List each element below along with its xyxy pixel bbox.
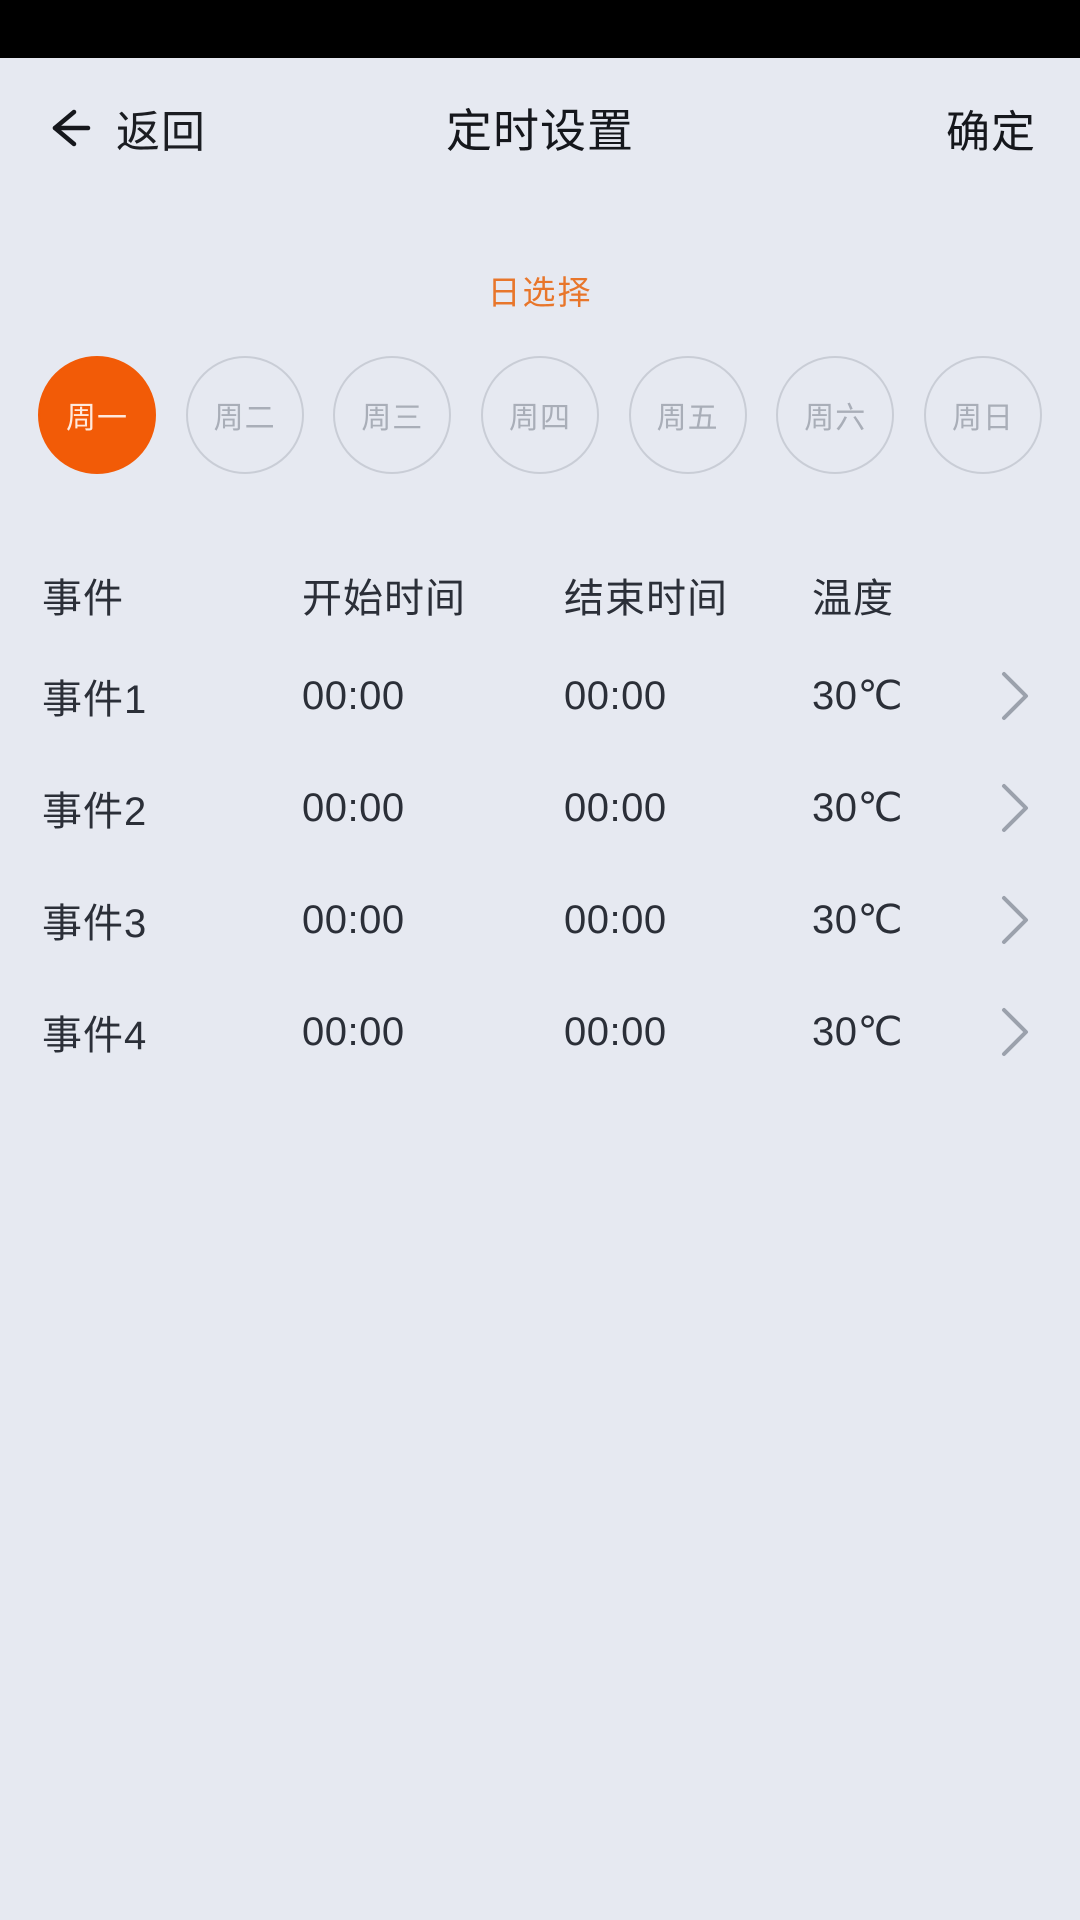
- row-end-time: 00:00: [564, 1009, 667, 1054]
- day-selector: 周一 周二 周三 周四 周五 周六 周日: [0, 356, 1080, 474]
- day-chip-label: 周日: [951, 402, 1014, 435]
- row-temperature: 30℃: [812, 674, 903, 718]
- day-chip-saturday[interactable]: 周六: [776, 356, 895, 474]
- row-start-time: 00:00: [302, 1009, 405, 1054]
- day-chip-label: 周二: [213, 402, 276, 435]
- row-event-name: 事件1: [42, 678, 148, 722]
- schedule-table: 事件 开始时间 结束时间 温度 事件1 00:00 00:00 30℃ 事件2 …: [0, 550, 1080, 1088]
- row-chevron[interactable]: [972, 892, 1042, 948]
- row-end-time: 00:00: [564, 673, 667, 718]
- chevron-right-icon: [1002, 784, 1028, 832]
- day-chip-label: 周一: [66, 402, 128, 435]
- row-chevron[interactable]: [972, 1004, 1042, 1060]
- day-chip-label: 周四: [508, 402, 571, 435]
- row-temperature: 30℃: [812, 898, 903, 942]
- arrow-left-icon: [52, 109, 91, 147]
- row-start-time: 00:00: [302, 673, 405, 718]
- table-row[interactable]: 事件1 00:00 00:00 30℃: [42, 640, 1042, 752]
- table-header-row: 事件 开始时间 结束时间 温度: [42, 550, 1042, 640]
- day-chip-friday[interactable]: 周五: [628, 356, 747, 474]
- confirm-button[interactable]: 确定: [946, 96, 1036, 160]
- column-header-event: 事件: [42, 577, 124, 621]
- column-header-start-time: 开始时间: [302, 577, 466, 621]
- app-header: 返回 定时设置 确定: [0, 58, 1080, 198]
- day-select-title: 日选择: [487, 274, 593, 311]
- row-event-name: 事件4: [42, 1014, 148, 1058]
- day-chip-tuesday[interactable]: 周二: [185, 356, 304, 474]
- row-end-time: 00:00: [564, 785, 667, 830]
- row-end-time: 00:00: [564, 897, 667, 942]
- row-temperature: 30℃: [812, 786, 903, 830]
- table-row[interactable]: 事件4 00:00 00:00 30℃: [42, 976, 1042, 1088]
- table-row[interactable]: 事件3 00:00 00:00 30℃: [42, 864, 1042, 976]
- day-chip-wednesday[interactable]: 周三: [333, 356, 452, 474]
- day-chip-label: 周五: [656, 402, 719, 435]
- chevron-right-icon: [1002, 896, 1028, 944]
- row-temperature: 30℃: [812, 1010, 903, 1054]
- day-chip-sunday[interactable]: 周日: [923, 356, 1042, 474]
- back-label: 返回: [116, 108, 206, 157]
- timer-settings-page: 返回 定时设置 确定 日选择 周一 周二 周三 周四 周五 周六 周日 事件 开…: [0, 58, 1080, 1920]
- day-chip-thursday[interactable]: 周四: [480, 356, 599, 474]
- day-chip-label: 周六: [804, 402, 867, 435]
- table-row[interactable]: 事件2 00:00 00:00 30℃: [42, 752, 1042, 864]
- day-chip-label: 周三: [361, 402, 424, 435]
- row-chevron[interactable]: [972, 668, 1042, 724]
- chevron-right-icon: [1002, 1008, 1028, 1056]
- row-start-time: 00:00: [302, 897, 405, 942]
- row-event-name: 事件3: [42, 902, 148, 946]
- column-header-temperature: 温度: [812, 577, 894, 621]
- back-button[interactable]: 返回: [40, 96, 206, 160]
- row-chevron[interactable]: [972, 780, 1042, 836]
- row-start-time: 00:00: [302, 785, 405, 830]
- row-event-name: 事件2: [42, 790, 148, 834]
- day-chip-monday[interactable]: 周一: [38, 356, 156, 474]
- column-header-end-time: 结束时间: [564, 577, 728, 621]
- status-bar: [0, 0, 1080, 58]
- chevron-right-icon: [1002, 672, 1028, 720]
